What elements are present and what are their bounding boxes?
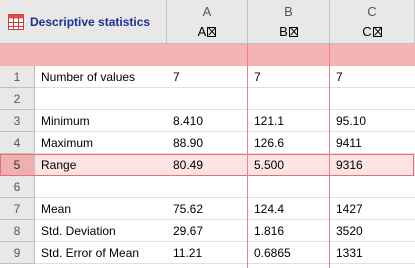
cell-c[interactable] [330, 176, 415, 198]
cell-a[interactable]: 80.49 [167, 154, 248, 176]
row-number[interactable]: 3 [0, 110, 35, 132]
cell-c[interactable] [330, 88, 415, 110]
cell-a[interactable]: 7 [167, 66, 248, 88]
column-divider [247, 44, 248, 268]
row-label-cell[interactable] [35, 176, 167, 198]
subcolumn-header-row [0, 44, 415, 66]
column-title-icon [372, 27, 382, 37]
cell-c[interactable]: 95.10 [330, 110, 415, 132]
table-row: 1 Number of values 7 7 7 [0, 66, 415, 88]
row-number[interactable]: 6 [0, 176, 35, 198]
cell-b[interactable]: 124.4 [248, 198, 330, 220]
cell-c[interactable]: 9411 [330, 132, 415, 154]
column-header-c[interactable]: C C [330, 0, 415, 44]
cell-c[interactable]: 1427 [330, 198, 415, 220]
column-title-icon [207, 27, 217, 37]
row-number[interactable]: 8 [0, 220, 35, 242]
row-number[interactable]: 1 [0, 66, 35, 88]
cell-b[interactable]: 121.1 [248, 110, 330, 132]
column-letter: C [367, 4, 377, 19]
row-number[interactable]: 7 [0, 198, 35, 220]
cell-b[interactable]: 7 [248, 66, 330, 88]
table-row: 2 [0, 88, 415, 110]
table-icon [8, 14, 24, 30]
column-header-a[interactable]: A A [167, 0, 248, 44]
cell-a[interactable]: 75.62 [167, 198, 248, 220]
cell-a[interactable]: 8.410 [167, 110, 248, 132]
row-number[interactable]: 9 [0, 242, 35, 264]
column-title: B [248, 24, 329, 39]
row-label-cell[interactable]: Std. Error of Mean [35, 242, 167, 264]
cell-a[interactable]: 29.67 [167, 220, 248, 242]
cell-b[interactable]: 0.6865 [248, 242, 330, 264]
cell-c[interactable]: 9316 [330, 154, 415, 176]
table-row: 7 Mean 75.62 124.4 1427 [0, 198, 415, 220]
cell-a[interactable]: 88.90 [167, 132, 248, 154]
column-title: A [167, 24, 247, 39]
table-row: 4 Maximum 88.90 126.6 9411 [0, 132, 415, 154]
column-header-b[interactable]: B B [248, 0, 330, 44]
results-title: Descriptive statistics [30, 15, 151, 29]
table-row: 3 Minimum 8.410 121.1 95.10 [0, 110, 415, 132]
row-label-cell[interactable]: Number of values [35, 66, 167, 88]
table-row: 9 Std. Error of Mean 11.21 0.6865 1331 [0, 242, 415, 264]
column-title: C [330, 24, 414, 39]
row-label-cell[interactable]: Minimum [35, 110, 167, 132]
row-label-cell[interactable] [35, 88, 167, 110]
cell-a[interactable] [167, 176, 248, 198]
row-label-cell[interactable]: Maximum [35, 132, 167, 154]
row-number[interactable]: 5 [0, 154, 35, 176]
cell-a[interactable]: 11.21 [167, 242, 248, 264]
row-label-cell[interactable]: Std. Deviation [35, 220, 167, 242]
cell-b[interactable]: 1.816 [248, 220, 330, 242]
cell-c[interactable]: 7 [330, 66, 415, 88]
cell-a[interactable] [167, 88, 248, 110]
row-number[interactable]: 4 [0, 132, 35, 154]
row-label-cell[interactable]: Mean [35, 198, 167, 220]
cell-c[interactable]: 1331 [330, 242, 415, 264]
row-label-cell[interactable]: Range [35, 154, 167, 176]
cell-b[interactable]: 5.500 [248, 154, 330, 176]
table-title-cell: Descriptive statistics [0, 0, 167, 44]
row-number[interactable]: 2 [0, 88, 35, 110]
cell-b[interactable] [248, 176, 330, 198]
table-row: 5 Range 80.49 5.500 9316 [0, 154, 415, 176]
column-letter: A [202, 4, 212, 19]
cell-b[interactable] [248, 88, 330, 110]
column-divider [329, 44, 330, 268]
table-row: 8 Std. Deviation 29.67 1.816 3520 [0, 220, 415, 242]
column-title-icon [288, 27, 298, 37]
column-letter: B [284, 4, 293, 19]
cell-c[interactable]: 3520 [330, 220, 415, 242]
table-row: 6 [0, 176, 415, 198]
cell-b[interactable]: 126.6 [248, 132, 330, 154]
